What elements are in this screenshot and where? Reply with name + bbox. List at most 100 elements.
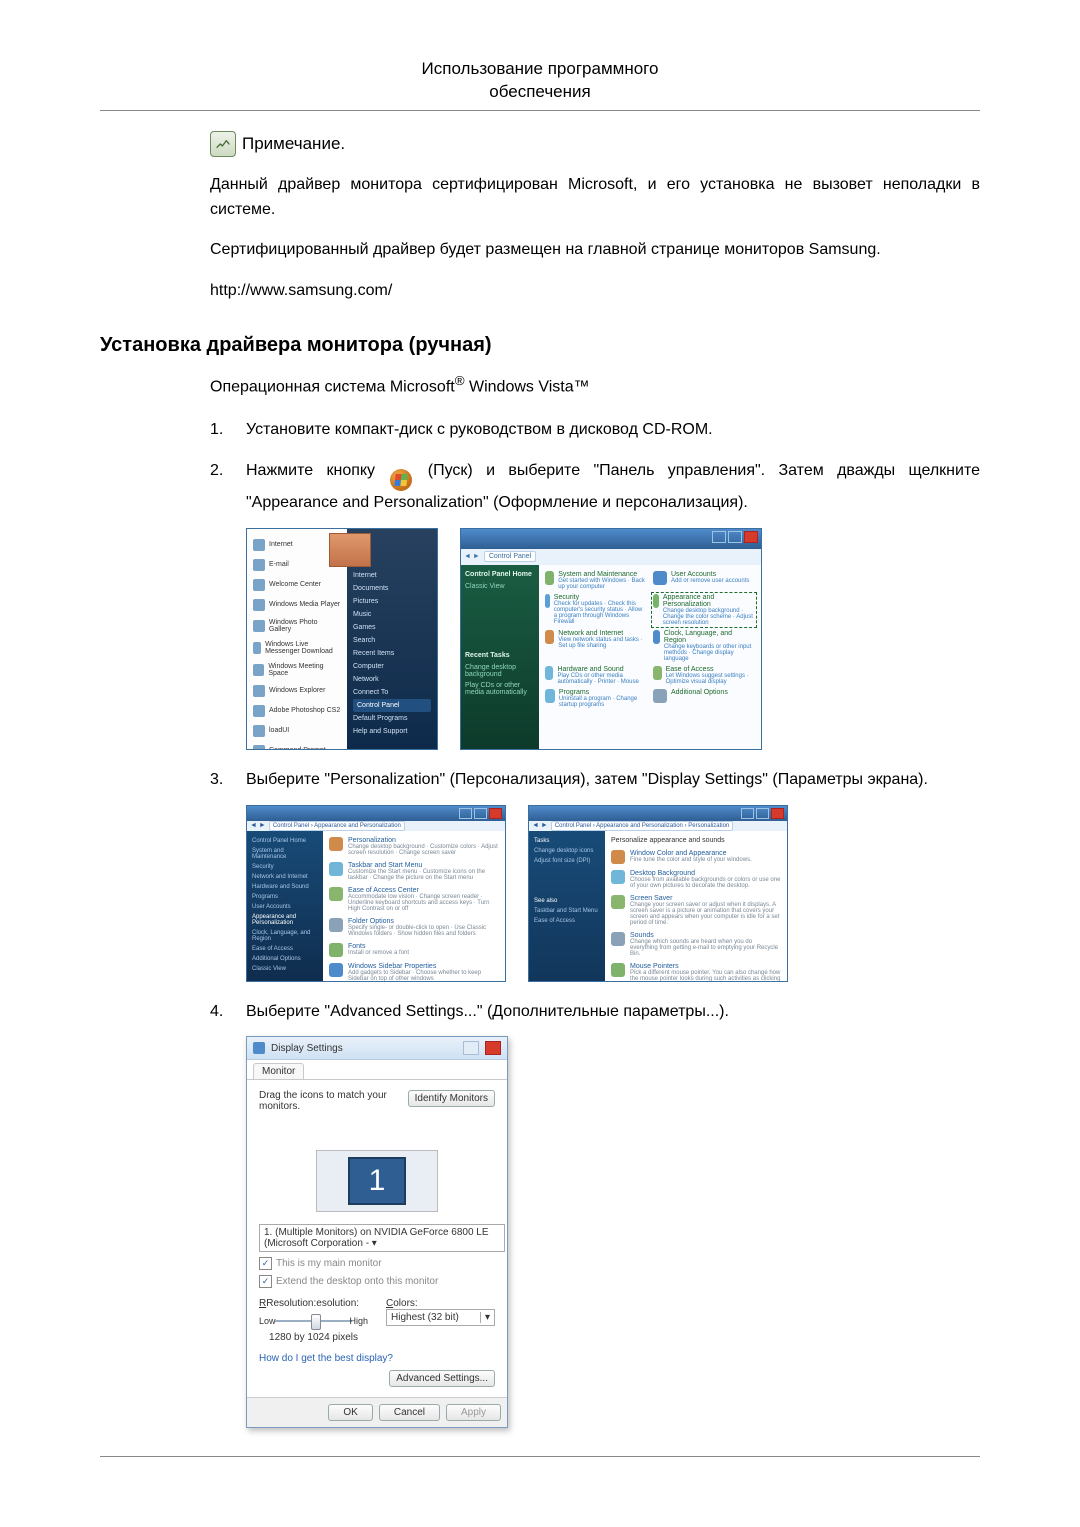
close-icon <box>771 808 784 819</box>
startmenu-item[interactable]: Windows Live Messenger Download <box>251 637 343 659</box>
close-icon <box>489 808 502 819</box>
note-icon <box>210 131 236 157</box>
ap-row[interactable]: PersonalizationChange desktop background… <box>329 837 499 856</box>
pz-side-item[interactable]: See also <box>534 896 600 906</box>
startmenu-right-item[interactable]: Control Panel <box>353 699 431 712</box>
step4-text: Выберите "Advanced Settings..." (Дополни… <box>246 1000 980 1025</box>
extend-desktop-checkbox: ✓Extend the desktop onto this monitor <box>259 1275 495 1288</box>
colors-value: Highest (32 bit) <box>391 1312 459 1323</box>
ap-row[interactable]: Folder OptionsSpecify single- or double-… <box>329 918 499 937</box>
startmenu-right-item[interactable]: Network <box>353 673 431 686</box>
screenshot-control-panel: ◄ ►Control Panel Control Panel Home Clas… <box>460 528 762 750</box>
ap-side-item[interactable]: Network and Internet <box>252 872 318 882</box>
cancel-button[interactable]: Cancel <box>379 1404 440 1421</box>
startmenu-right-item[interactable]: Games <box>353 621 431 634</box>
cp-category[interactable]: System and MaintenanceGet started with W… <box>545 571 647 590</box>
cp-category[interactable]: Ease of AccessLet Windows suggest settin… <box>653 666 755 685</box>
reg-mark: ® <box>455 373 465 388</box>
screenshot-appearance-personalization: ◄ ►Control Panel › Appearance and Person… <box>246 805 506 982</box>
pz-side-item[interactable]: Ease of Access <box>534 916 600 926</box>
startmenu-item[interactable]: Adobe Photoshop CS2 <box>251 701 343 721</box>
step1-number: 1. <box>210 418 232 443</box>
ap-side-item[interactable]: Hardware and Sound <box>252 882 318 892</box>
monitor-well[interactable]: 1 <box>316 1150 438 1212</box>
cp-category[interactable]: ProgramsUninstall a program · Change sta… <box>545 689 647 708</box>
close-icon[interactable] <box>485 1041 501 1055</box>
ap-row[interactable]: Ease of Access CenterAccommodate low vis… <box>329 887 499 912</box>
cp-side-head: Control Panel Home <box>465 571 535 578</box>
pz-row[interactable]: SoundsChange which sounds are heard when… <box>611 932 781 957</box>
pz-breadcrumb: Control Panel › Appearance and Personali… <box>551 821 733 831</box>
ok-button[interactable]: OK <box>328 1404 372 1421</box>
cp-side-r1: Change desktop background <box>465 662 535 680</box>
ap-side-item[interactable]: Classic View <box>252 964 318 974</box>
apply-button[interactable]: Apply <box>446 1404 501 1421</box>
pz-side-item[interactable]: Taskbar and Start Menu <box>534 906 600 916</box>
startmenu-right-item[interactable]: Search <box>353 634 431 647</box>
main-monitor-checkbox: ✓This is my main monitor <box>259 1257 495 1270</box>
pz-side-item[interactable]: Tasks <box>534 836 600 846</box>
cp-category[interactable]: Hardware and SoundPlay CDs or other medi… <box>545 666 647 685</box>
ap-side-item[interactable]: Clock, Language, and Region <box>252 928 318 944</box>
ap-side-item[interactable]: User Accounts <box>252 902 318 912</box>
ap-side-item[interactable]: Ease of Access <box>252 944 318 954</box>
ap-row[interactable]: Windows Sidebar PropertiesAdd gadgets to… <box>329 963 499 982</box>
startmenu-right-item[interactable]: Music <box>353 608 431 621</box>
startmenu-item[interactable]: Command Prompt <box>251 741 343 750</box>
cp-side-r2: Play CDs or other media automatically <box>465 680 535 698</box>
startmenu-right-item[interactable]: Default Programs <box>353 712 431 725</box>
cp-category[interactable]: Network and InternetView network status … <box>545 630 647 662</box>
monitor-1[interactable]: 1 <box>348 1157 406 1205</box>
startmenu-item[interactable]: loadUI <box>251 721 343 741</box>
cp-category[interactable]: Clock, Language, and RegionChange keyboa… <box>653 630 755 662</box>
header-line1: Использование программного <box>422 59 659 78</box>
help-icon[interactable] <box>463 1041 479 1055</box>
cp-category[interactable]: Appearance and PersonalizationChange des… <box>653 594 755 626</box>
ap-side-item[interactable]: Security <box>252 862 318 872</box>
ap-row[interactable]: FontsInstall or remove a font <box>329 943 499 957</box>
startmenu-right-item[interactable]: Computer <box>353 660 431 673</box>
identify-monitors-button[interactable]: Identify Monitors <box>408 1090 495 1107</box>
os-line-b: Windows Vista™ <box>465 378 590 395</box>
pz-row[interactable]: Screen SaverChange your screen saver or … <box>611 895 781 926</box>
startmenu-right-item[interactable]: Internet <box>353 569 431 582</box>
startmenu-item[interactable]: Windows Media Player <box>251 595 343 615</box>
ap-side-item[interactable]: Programs <box>252 892 318 902</box>
startmenu-right-item[interactable]: Help and Support <box>353 725 431 738</box>
screenshot-display-settings: Display Settings Monitor Identify Monito… <box>246 1036 508 1428</box>
startmenu-item[interactable]: Welcome Center <box>251 575 343 595</box>
pz-side-item[interactable]: Change desktop icons <box>534 846 600 856</box>
ap-side-item[interactable]: Additional Options <box>252 954 318 964</box>
maximize-icon <box>728 531 742 543</box>
help-link[interactable]: How do I get the best display? <box>259 1353 393 1364</box>
startmenu-item[interactable]: Windows Meeting Space <box>251 659 343 681</box>
cp-category[interactable]: Additional Options <box>653 689 755 708</box>
startmenu-right-item[interactable]: Documents <box>353 582 431 595</box>
resolution-value: 1280 by 1024 pixels <box>259 1332 368 1343</box>
os-line-a: Операционная система Microsoft <box>210 378 455 395</box>
maximize-icon <box>474 808 487 819</box>
monitor-select[interactable]: 1. (Multiple Monitors) on NVIDIA GeForce… <box>259 1224 505 1252</box>
colors-select[interactable]: Highest (32 bit)▾ <box>386 1309 495 1326</box>
advanced-settings-button[interactable]: Advanced Settings... <box>389 1370 495 1387</box>
startmenu-item[interactable]: Windows Explorer <box>251 681 343 701</box>
ap-side-item[interactable]: System and Maintenance <box>252 846 318 862</box>
ap-side-item[interactable]: Appearance and Personalization <box>252 912 318 928</box>
screenshot-personalization: ◄ ►Control Panel › Appearance and Person… <box>528 805 788 982</box>
minimize-icon <box>712 531 726 543</box>
ap-side-item[interactable]: Control Panel Home <box>252 836 318 846</box>
pz-side-item[interactable]: Adjust font size (DPI) <box>534 856 600 866</box>
resolution-slider[interactable]: Low High <box>259 1312 368 1330</box>
startmenu-right-item[interactable]: Pictures <box>353 595 431 608</box>
startmenu-right-item[interactable]: Recent Items <box>353 647 431 660</box>
cp-category[interactable]: User AccountsAdd or remove user accounts <box>653 571 755 590</box>
cp-category[interactable]: SecurityCheck for updates · Check this c… <box>545 594 647 626</box>
startmenu-right-item[interactable]: Connect To <box>353 686 431 699</box>
tab-monitor[interactable]: Monitor <box>253 1063 304 1079</box>
pz-row[interactable]: Window Color and AppearanceFine tune the… <box>611 850 781 864</box>
step4-number: 4. <box>210 1000 232 1025</box>
pz-row[interactable]: Desktop BackgroundChoose from available … <box>611 870 781 889</box>
ap-row[interactable]: Taskbar and Start MenuCustomize the Star… <box>329 862 499 881</box>
startmenu-item[interactable]: Windows Photo Gallery <box>251 615 343 637</box>
pz-row[interactable]: Mouse PointersPick a different mouse poi… <box>611 963 781 982</box>
